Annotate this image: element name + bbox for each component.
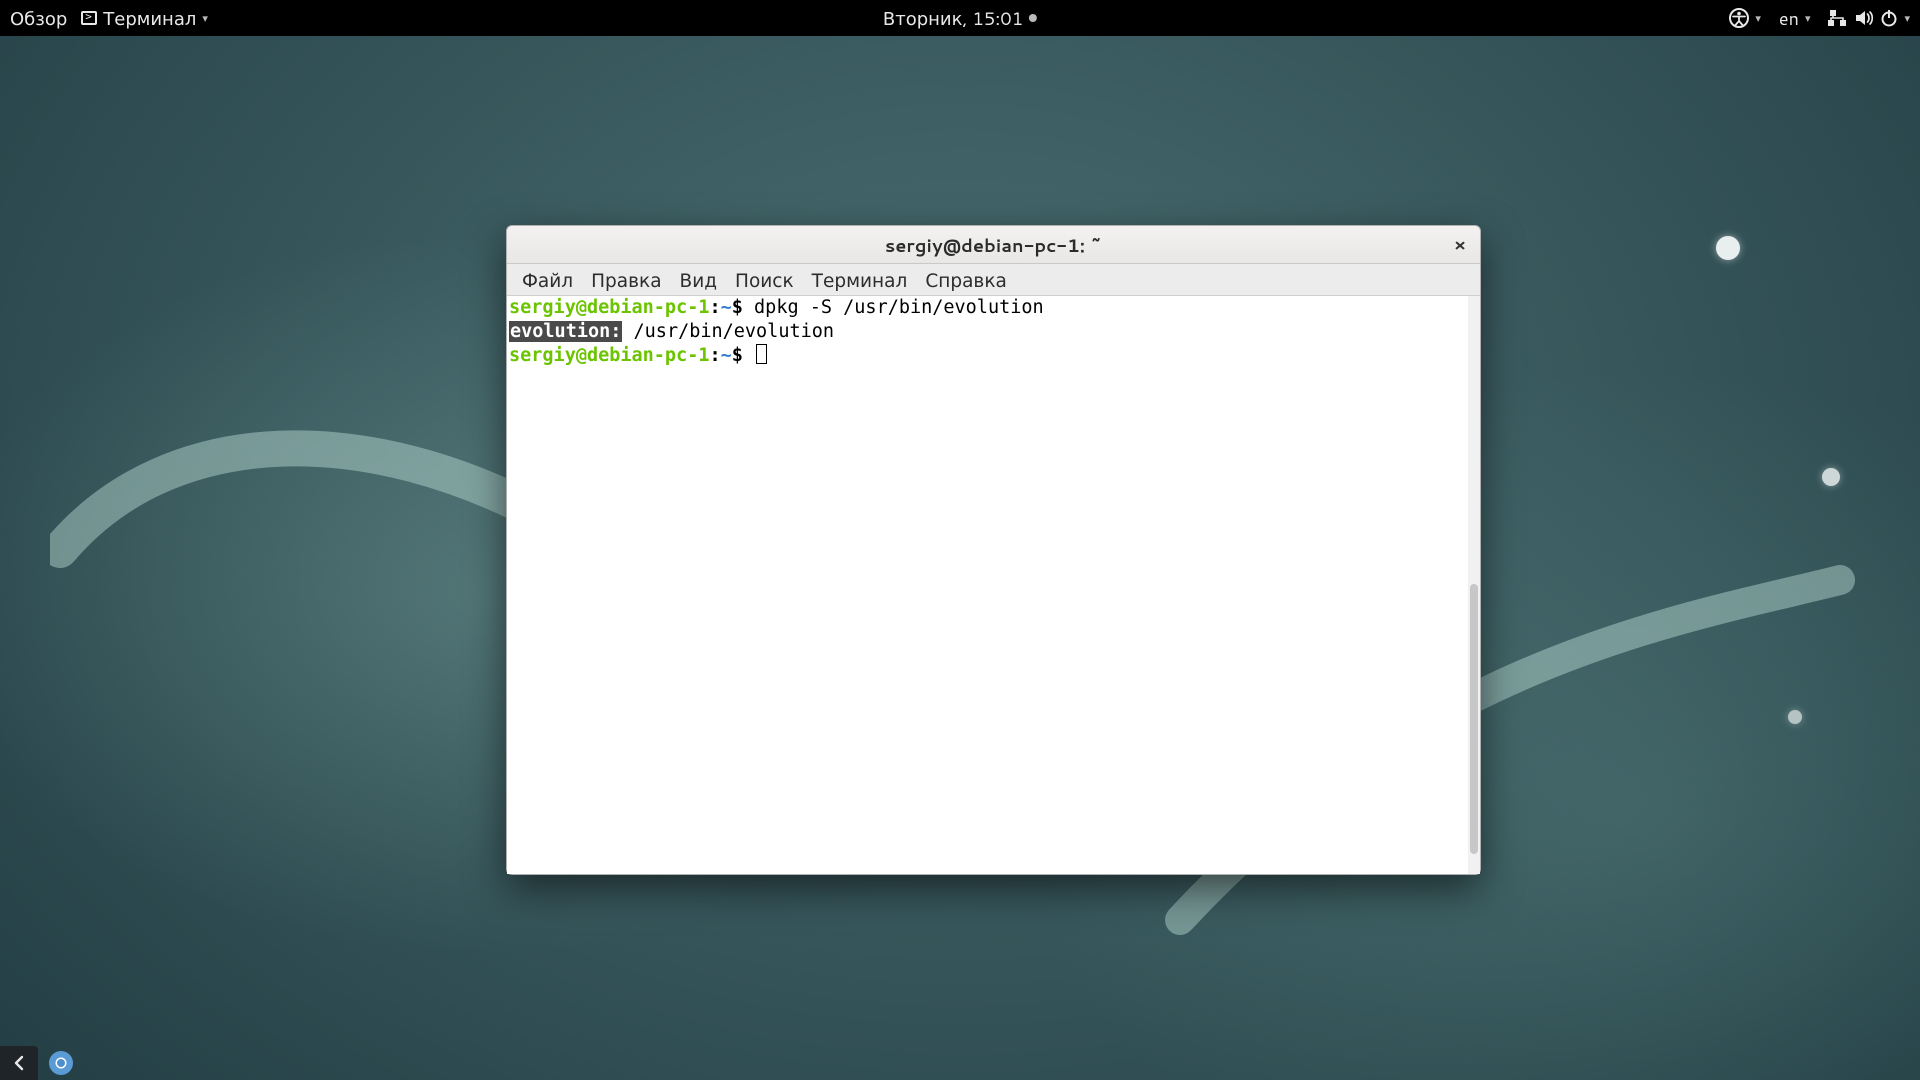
active-app-label: Терминал bbox=[103, 5, 196, 31]
menu-edit[interactable]: Правка bbox=[582, 263, 670, 297]
terminal-line: sergiy@debian-pc-1:~$ bbox=[509, 344, 1478, 368]
prompt-sep: : bbox=[709, 297, 720, 318]
menu-search[interactable]: Поиск bbox=[726, 263, 803, 297]
wallpaper-swirl bbox=[50, 380, 570, 606]
command-text: dpkg -S /usr/bin/evolution bbox=[754, 297, 1044, 318]
terminal-window: sergiy@debian-pc-1: ~ × Файл Правка Вид … bbox=[506, 225, 1481, 875]
clock-menu[interactable]: Вторник, 15:01 bbox=[883, 5, 1037, 31]
power-icon bbox=[1880, 9, 1898, 27]
menu-view[interactable]: Вид bbox=[671, 263, 727, 297]
menu-terminal[interactable]: Терминал bbox=[803, 263, 917, 297]
chevron-down-icon: ▾ bbox=[1805, 10, 1811, 26]
menu-bar: Файл Правка Вид Поиск Терминал Справка bbox=[507, 264, 1480, 296]
prompt-sep: : bbox=[709, 345, 720, 366]
system-status-area[interactable]: ▾ bbox=[1828, 9, 1910, 27]
terminal-viewport[interactable]: sergiy@debian-pc-1:~$ dpkg -S /usr/bin/e… bbox=[507, 296, 1480, 874]
prompt-sigil: $ bbox=[732, 345, 743, 366]
clock-label: Вторник, 15:01 bbox=[883, 5, 1023, 31]
keyboard-layout-label: en bbox=[1779, 5, 1799, 31]
wallpaper-dot bbox=[1716, 236, 1740, 260]
accessibility-icon bbox=[1729, 8, 1749, 28]
prompt-path: ~ bbox=[721, 345, 732, 366]
wallpaper-dot bbox=[1822, 468, 1840, 486]
prompt-path: ~ bbox=[721, 297, 732, 318]
activities-label: Обзор bbox=[10, 5, 67, 31]
window-titlebar[interactable]: sergiy@debian-pc-1: ~ × bbox=[507, 226, 1480, 264]
gnome-top-bar: Обзор Терминал ▾ Вторник, 15:01 ▾ en ▾ bbox=[0, 0, 1920, 36]
chevron-down-icon: ▾ bbox=[1755, 10, 1761, 26]
menu-file[interactable]: Файл bbox=[513, 263, 582, 297]
output-text: /usr/bin/evolution bbox=[622, 321, 834, 342]
network-icon bbox=[1828, 9, 1848, 27]
window-list-back-button[interactable] bbox=[0, 1046, 38, 1080]
terminal-line: evolution: /usr/bin/evolution bbox=[509, 320, 1478, 344]
notification-dot-icon bbox=[1029, 14, 1037, 22]
terminal-icon bbox=[81, 11, 97, 25]
scrollbar[interactable] bbox=[1468, 296, 1480, 874]
accessibility-menu[interactable]: ▾ bbox=[1729, 8, 1761, 28]
keyboard-layout-menu[interactable]: en ▾ bbox=[1779, 5, 1811, 31]
prompt-sigil: $ bbox=[732, 297, 743, 318]
activities-button[interactable]: Обзор bbox=[10, 5, 67, 31]
active-app-menu[interactable]: Терминал ▾ bbox=[81, 5, 208, 31]
search-highlight: evolution: bbox=[509, 321, 622, 342]
prompt-user: sergiy@debian-pc-1 bbox=[509, 345, 709, 366]
wallpaper-dot bbox=[1788, 710, 1802, 724]
chromium-icon bbox=[48, 1050, 74, 1076]
window-title: sergiy@debian-pc-1: ~ bbox=[885, 232, 1102, 258]
chevron-down-icon: ▾ bbox=[202, 10, 208, 26]
chevron-left-icon bbox=[11, 1055, 27, 1071]
prompt-user: sergiy@debian-pc-1 bbox=[509, 297, 709, 318]
terminal-line: sergiy@debian-pc-1:~$ dpkg -S /usr/bin/e… bbox=[509, 296, 1478, 320]
close-button[interactable]: × bbox=[1448, 233, 1472, 257]
chevron-down-icon: ▾ bbox=[1904, 10, 1910, 26]
volume-icon bbox=[1854, 9, 1874, 27]
close-icon: × bbox=[1454, 233, 1466, 257]
cursor-icon bbox=[756, 344, 767, 364]
menu-help[interactable]: Справка bbox=[916, 263, 1016, 297]
scrollbar-thumb[interactable] bbox=[1470, 584, 1478, 854]
taskbar-chromium-button[interactable] bbox=[46, 1048, 76, 1078]
